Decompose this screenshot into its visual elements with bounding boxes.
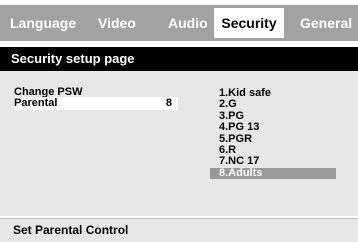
tab-language[interactable]: Language	[10, 5, 76, 41]
tab-audio[interactable]: Audio	[168, 5, 208, 41]
tab-general[interactable]: General	[300, 5, 352, 41]
parental-level-item-selected[interactable]: 8.Adults	[210, 167, 336, 180]
page-title-bar: Security setup page	[0, 47, 358, 71]
parental-option[interactable]: Parental 8	[14, 97, 178, 110]
dvd-setup-menu: Language Video Audio Security General Se…	[0, 0, 358, 242]
status-text: Set Parental Control	[13, 223, 129, 237]
page-title: Security setup page	[11, 51, 135, 66]
settings-panel: Change PSW Parental 8 1.Kid safe 2.G 3.P…	[0, 71, 358, 216]
tab-bar: Language Video Audio Security General	[0, 5, 358, 41]
tab-security[interactable]: Security	[214, 8, 284, 38]
parental-level-list: 1.Kid safe 2.G 3.PG 4.PG 13 5.PGR 6.R 7.…	[210, 87, 336, 180]
parental-level-item[interactable]: 4.PG 13	[210, 121, 336, 133]
tab-video[interactable]: Video	[98, 5, 136, 41]
status-bar: Set Parental Control	[0, 218, 358, 242]
option-label: Parental	[14, 97, 58, 109]
parental-value: 8	[165, 97, 172, 109]
